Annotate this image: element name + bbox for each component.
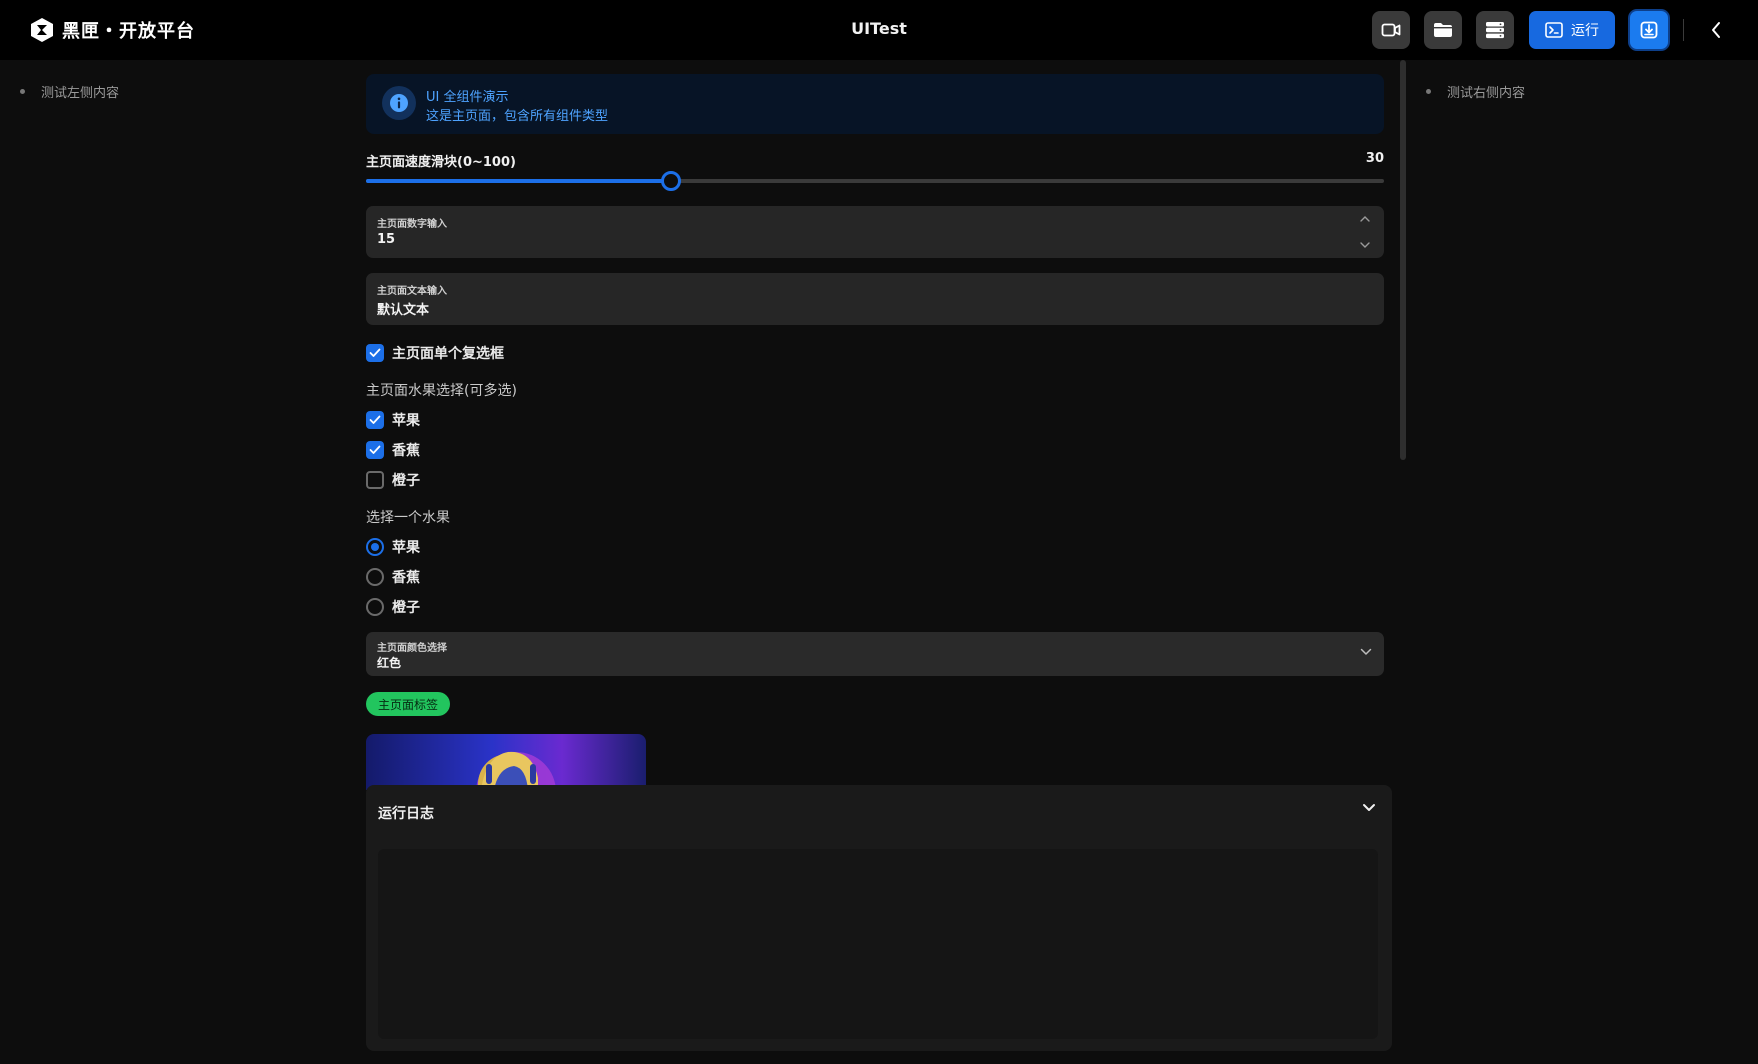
fruit-checkbox-orange[interactable]: 橙子	[366, 470, 420, 490]
speed-slider[interactable]	[366, 171, 1384, 191]
text-input[interactable]: 主页面文本输入 默认文本	[366, 273, 1384, 325]
record-video-button[interactable]	[1372, 11, 1410, 49]
slider-label: 主页面速度滑块(0~100)	[366, 155, 516, 170]
log-output-area[interactable]	[378, 849, 1378, 1039]
right-panel-item-label: 测试右侧内容	[1447, 86, 1526, 101]
brand-name: 黑匣・开放平台	[62, 21, 195, 42]
color-select[interactable]: 主页面颜色选择 红色	[366, 632, 1384, 676]
slider-thumb[interactable]	[661, 171, 681, 191]
left-panel-item: 测试左侧内容	[20, 82, 119, 101]
slider-value: 30	[1365, 151, 1384, 166]
checkbox-label: 香蕉	[392, 443, 420, 459]
brand-logo-icon	[31, 18, 53, 42]
checkbox-checked-icon[interactable]	[366, 411, 384, 429]
log-panel: 运行日志	[366, 785, 1392, 1051]
info-alert: UI 全组件演示 这是主页面，包含所有组件类型	[366, 74, 1384, 134]
info-icon	[382, 86, 416, 120]
fruit-radio-banana[interactable]: 香蕉	[366, 567, 420, 587]
save-download-button[interactable]	[1630, 11, 1668, 49]
radio-label: 橙子	[392, 600, 420, 616]
image-preview	[366, 734, 646, 790]
fruit-radio-orange[interactable]: 橙子	[366, 597, 420, 617]
folder-icon	[1434, 23, 1452, 37]
chevron-down-icon[interactable]	[1360, 648, 1372, 656]
checkbox-label: 苹果	[392, 413, 420, 429]
number-input-value[interactable]: 15	[377, 232, 395, 247]
left-panel: 测试左侧内容	[0, 60, 360, 1064]
collapse-button[interactable]	[1700, 14, 1732, 46]
fruit-checkbox-banana[interactable]: 香蕉	[366, 440, 420, 460]
checkbox-checked-icon[interactable]	[366, 344, 384, 362]
fruit-checkbox-group-title: 主页面水果选择(可多选)	[366, 383, 517, 399]
status-tag: 主页面标签	[366, 692, 451, 716]
chevron-left-icon	[1712, 22, 1720, 38]
radio-selected-icon[interactable]	[366, 538, 384, 556]
checkbox-checked-icon[interactable]	[366, 441, 384, 459]
open-folder-button[interactable]	[1424, 11, 1462, 49]
text-input-value[interactable]: 默认文本	[377, 299, 429, 318]
avatar-illustration-icon	[476, 751, 556, 790]
checkbox-label: 橙子	[392, 473, 420, 489]
toolbar-divider	[1683, 19, 1684, 41]
radio-unselected-icon[interactable]	[366, 598, 384, 616]
text-input-label: 主页面文本输入	[377, 286, 447, 297]
download-icon	[1640, 21, 1658, 39]
chevron-up-icon[interactable]	[1360, 216, 1370, 222]
fruit-radio-group-title: 选择一个水果	[366, 510, 450, 526]
brand: 黑匣・开放平台	[28, 15, 195, 45]
right-panel: 测试右侧内容	[1406, 60, 1758, 1064]
alert-description: 这是主页面，包含所有组件类型	[426, 109, 609, 124]
video-camera-icon	[1381, 23, 1401, 37]
server-button[interactable]	[1476, 11, 1514, 49]
chevron-down-icon[interactable]	[1362, 803, 1376, 813]
terminal-icon	[1545, 22, 1563, 38]
main-scrollbar[interactable]	[1400, 60, 1406, 460]
left-panel-item-label: 测试左侧内容	[41, 86, 120, 101]
checkbox-unchecked-icon[interactable]	[366, 471, 384, 489]
fruit-radio-apple[interactable]: 苹果	[366, 537, 420, 557]
run-button[interactable]: 运行	[1529, 11, 1615, 49]
run-button-label: 运行	[1571, 23, 1599, 39]
server-icon	[1486, 22, 1504, 39]
bullet-icon	[1426, 89, 1431, 94]
alert-title: UI 全组件演示	[426, 90, 509, 105]
radio-label: 苹果	[392, 540, 420, 556]
fruit-checkbox-apple[interactable]: 苹果	[366, 410, 420, 430]
radio-label: 香蕉	[392, 570, 420, 586]
bullet-icon	[20, 89, 25, 94]
single-checkbox[interactable]: 主页面单个复选框	[366, 343, 504, 363]
color-select-value[interactable]: 红色	[377, 654, 401, 671]
single-checkbox-label: 主页面单个复选框	[392, 346, 504, 362]
number-input[interactable]: 主页面数字输入 15	[366, 206, 1384, 258]
number-input-label: 主页面数字输入	[377, 219, 447, 230]
radio-unselected-icon[interactable]	[366, 568, 384, 586]
number-stepper[interactable]	[1358, 216, 1372, 248]
color-select-label: 主页面颜色选择	[377, 643, 447, 654]
chevron-down-icon[interactable]	[1360, 242, 1370, 248]
top-bar: 黑匣・开放平台 UITest 运行	[0, 0, 1758, 60]
log-panel-title: 运行日志	[378, 806, 434, 822]
slider-fill	[366, 179, 671, 183]
right-panel-item: 测试右侧内容	[1426, 82, 1525, 101]
